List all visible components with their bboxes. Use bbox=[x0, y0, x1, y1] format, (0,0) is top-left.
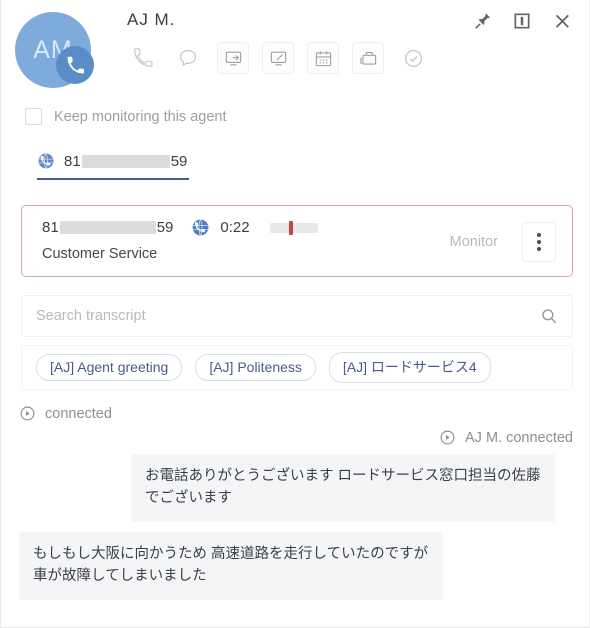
check-circle-icon[interactable] bbox=[397, 42, 429, 74]
number-prefix: 81 bbox=[64, 152, 81, 170]
dot bbox=[537, 240, 541, 244]
keep-monitoring-checkbox[interactable]: Keep monitoring this agent bbox=[25, 108, 227, 125]
close-icon[interactable] bbox=[549, 8, 575, 34]
active-number-tab[interactable]: 81 59 bbox=[37, 152, 189, 180]
call-card-top-row: 81 59 0:22 bbox=[42, 218, 318, 237]
active-call-card[interactable]: 81 59 0:22 Customer Service Monitor bbox=[21, 205, 573, 277]
briefcase-icon[interactable] bbox=[352, 42, 384, 74]
avatar: AM bbox=[15, 12, 94, 88]
topic-chip[interactable]: [AJ] Agent greeting bbox=[36, 354, 183, 381]
event-circle-icon bbox=[20, 406, 35, 421]
phone-globe-icon bbox=[192, 219, 209, 236]
transcript-system-event: AJ M. connected bbox=[19, 429, 573, 446]
chat-bubble-icon[interactable] bbox=[172, 42, 204, 74]
dot bbox=[537, 247, 541, 251]
event-text: connected bbox=[45, 405, 112, 422]
phone-icon[interactable] bbox=[127, 42, 159, 74]
topic-chip[interactable]: [AJ] ロードサービス4 bbox=[328, 352, 491, 383]
window-actions bbox=[469, 8, 575, 34]
header-toolbar bbox=[127, 42, 429, 74]
phone-icon bbox=[56, 46, 94, 84]
calendar-icon[interactable] bbox=[307, 42, 339, 74]
search-icon[interactable] bbox=[540, 307, 558, 325]
transcript-system-event: connected bbox=[19, 405, 573, 422]
transcript-message-customer: もしもし大阪に向かうため 高速道路を走行していたのですが 車が故障してしまいまし… bbox=[19, 531, 443, 600]
screen-share-icon[interactable] bbox=[217, 42, 249, 74]
pin-icon[interactable] bbox=[469, 8, 495, 34]
event-text: AJ M. connected bbox=[465, 429, 573, 446]
screen-icon[interactable] bbox=[262, 42, 294, 74]
call-number-prefix: 81 bbox=[42, 219, 59, 236]
panel-toggle-icon[interactable] bbox=[509, 8, 535, 34]
redacted-digits bbox=[59, 221, 156, 234]
call-number-suffix: 59 bbox=[156, 219, 174, 236]
phone-globe-icon bbox=[38, 153, 54, 169]
number-suffix: 59 bbox=[170, 152, 188, 170]
page-title: AJ M. bbox=[127, 10, 176, 29]
dot bbox=[537, 233, 541, 237]
search-input[interactable] bbox=[22, 308, 540, 324]
kebab-menu-icon[interactable] bbox=[522, 222, 556, 262]
keep-monitoring-label: Keep monitoring this agent bbox=[54, 108, 227, 125]
call-duration: 0:22 bbox=[220, 219, 250, 236]
event-circle-icon bbox=[440, 430, 455, 445]
panel-header: AM AJ M. bbox=[1, 0, 589, 96]
monitor-status-label: Monitor bbox=[449, 234, 498, 250]
agent-monitor-panel: AM AJ M. Keep monitoring this agent 81 5… bbox=[0, 0, 590, 628]
transcript-list: connected AJ M. connected お電話ありがとうございます … bbox=[1, 398, 590, 628]
transcript-message-agent: お電話ありがとうございます ロードサービス窓口担当の佐藤でございます bbox=[131, 454, 555, 522]
checkbox-box[interactable] bbox=[25, 108, 42, 125]
topic-chip-bar: [AJ] Agent greeting [AJ] Politeness [AJ]… bbox=[21, 345, 573, 390]
redacted-digits bbox=[81, 154, 170, 168]
sentiment-marker bbox=[288, 220, 293, 235]
search-transcript-field[interactable] bbox=[21, 295, 573, 337]
sentiment-meter bbox=[269, 220, 318, 235]
call-queue-label: Customer Service bbox=[42, 246, 158, 262]
tab-phone-number: 81 59 bbox=[64, 153, 187, 170]
call-phone-number: 81 59 bbox=[42, 219, 173, 236]
topic-chip[interactable]: [AJ] Politeness bbox=[195, 354, 316, 381]
